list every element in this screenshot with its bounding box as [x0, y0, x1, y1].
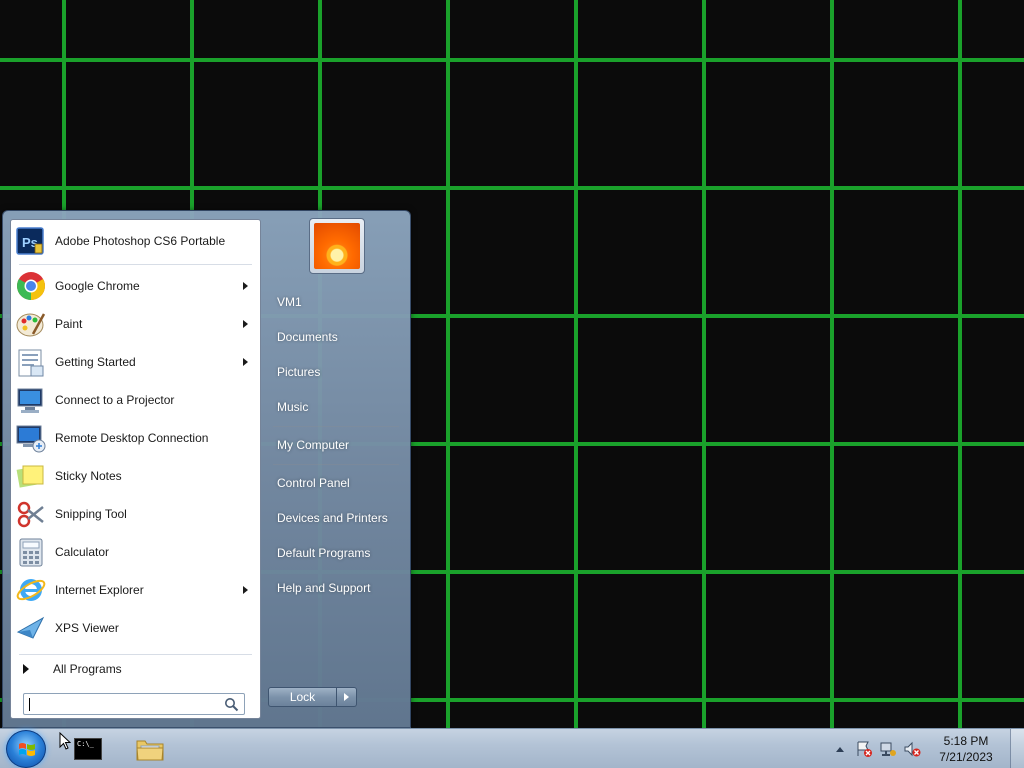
clock-date: 7/21/2023 [939, 750, 993, 764]
program-label: Connect to a Projector [55, 393, 175, 407]
submenu-arrow-icon[interactable] [243, 358, 248, 366]
search-icon[interactable] [224, 697, 239, 712]
system-tray: 5:18 PM 7/21/2023 [828, 729, 1024, 768]
taskbar: C:\_ 5:18 PM 7/21/2023 [0, 728, 1024, 768]
cmd-icon-text: C:\_ [77, 740, 94, 748]
right-item-documents[interactable]: Documents [269, 322, 403, 352]
program-label: Getting Started [55, 355, 136, 369]
right-item-label: Default Programs [277, 546, 371, 560]
pinned-programs-list: Ps Adobe Photoshop CS6 Portable Google C… [11, 220, 260, 647]
mouse-pointer-icon [59, 732, 71, 750]
right-item-label: Documents [277, 330, 338, 344]
program-label: Remote Desktop Connection [55, 431, 209, 445]
windows-logo-icon [19, 743, 35, 756]
snipping-tool-icon [15, 498, 47, 530]
right-item-vm1[interactable]: VM1 [269, 287, 403, 317]
right-item-label: Devices and Printers [277, 511, 388, 525]
search-input[interactable] [28, 695, 218, 713]
submenu-arrow-icon[interactable] [243, 320, 248, 328]
paint-icon [15, 308, 47, 340]
program-paint[interactable]: Paint [11, 305, 260, 343]
user-account-picture[interactable] [309, 218, 365, 274]
program-sticky-notes[interactable]: Sticky Notes [11, 457, 260, 495]
right-item-my-computer[interactable]: My Computer [269, 430, 403, 460]
program-xps-viewer[interactable]: XPS Viewer [11, 609, 260, 647]
taskbar-explorer-button[interactable] [130, 732, 170, 766]
right-separator [273, 464, 399, 465]
program-internet-explorer[interactable]: Internet Explorer [11, 571, 260, 609]
shutdown-options-button[interactable] [337, 687, 357, 707]
program-getting-started[interactable]: Getting Started [11, 343, 260, 381]
program-label: XPS Viewer [55, 621, 119, 635]
submenu-arrow-icon[interactable] [243, 586, 248, 594]
all-programs-separator [19, 654, 252, 655]
right-item-default-programs[interactable]: Default Programs [269, 538, 403, 568]
start-search-box[interactable] [23, 693, 245, 715]
right-item-label: My Computer [277, 438, 350, 452]
start-menu: Ps Adobe Photoshop CS6 Portable Google C… [2, 210, 411, 728]
play-arrow-icon [23, 664, 29, 674]
show-hidden-icons-icon[interactable] [830, 739, 850, 759]
xps-viewer-icon [15, 612, 47, 644]
sticky-notes-icon [15, 460, 47, 492]
program-label: Calculator [55, 545, 110, 559]
program-photoshop[interactable]: Ps Adobe Photoshop CS6 Portable [11, 220, 260, 262]
folder-icon [135, 736, 165, 762]
program-remote-desktop[interactable]: Remote Desktop Connection [11, 419, 260, 457]
right-item-music[interactable]: Music [269, 392, 403, 422]
projector-icon [15, 384, 47, 416]
pinned-separator [19, 264, 252, 265]
right-item-control-panel[interactable]: Control Panel [269, 468, 403, 498]
calculator-icon [15, 536, 47, 568]
right-item-label: VM1 [277, 295, 302, 309]
start-menu-programs-pane: Ps Adobe Photoshop CS6 Portable Google C… [10, 219, 261, 719]
right-item-help-support[interactable]: Help and Support [269, 573, 403, 603]
taskbar-cmd-button[interactable]: C:\_ [68, 732, 108, 766]
program-calculator[interactable]: Calculator [11, 533, 260, 571]
all-programs-button[interactable]: All Programs [17, 658, 253, 680]
right-item-label: Music [277, 400, 309, 414]
right-item-label: Control Panel [277, 476, 350, 490]
clock-time: 5:18 PM [943, 734, 989, 748]
command-prompt-icon: C:\_ [74, 738, 102, 760]
lock-button[interactable]: Lock [268, 687, 337, 707]
program-snipping-tool[interactable]: Snipping Tool [11, 495, 260, 533]
action-center-icon[interactable] [854, 739, 874, 759]
remote-desktop-icon [15, 422, 47, 454]
right-item-pictures[interactable]: Pictures [269, 357, 403, 387]
program-google-chrome[interactable]: Google Chrome [11, 267, 260, 305]
internet-explorer-icon [15, 574, 47, 606]
taskbar-clock[interactable]: 5:18 PM 7/21/2023 [928, 733, 1004, 765]
volume-muted-icon[interactable] [902, 739, 922, 759]
getting-started-icon [15, 346, 47, 378]
chevron-right-icon [344, 693, 349, 701]
right-item-label: Pictures [277, 365, 321, 379]
lock-label: Lock [289, 690, 316, 704]
program-label: Internet Explorer [55, 583, 144, 597]
right-item-devices-printers[interactable]: Devices and Printers [269, 503, 403, 533]
program-label: Snipping Tool [55, 507, 127, 521]
all-programs-label: All Programs [53, 662, 122, 676]
program-label: Paint [55, 317, 83, 331]
show-desktop-button[interactable] [1010, 729, 1024, 768]
right-separator [273, 426, 399, 427]
text-caret [29, 698, 30, 711]
chrome-icon [15, 270, 47, 302]
right-item-label: Help and Support [277, 581, 371, 595]
program-label: Adobe Photoshop CS6 Portable [55, 234, 226, 248]
program-label: Google Chrome [55, 279, 140, 293]
start-button[interactable] [6, 730, 46, 768]
photoshop-icon: Ps [15, 225, 47, 257]
submenu-arrow-icon[interactable] [243, 282, 248, 290]
network-icon[interactable] [878, 739, 898, 759]
program-connect-projector[interactable]: Connect to a Projector [11, 381, 260, 419]
program-label: Sticky Notes [55, 469, 122, 483]
flower-avatar-icon [314, 223, 360, 269]
